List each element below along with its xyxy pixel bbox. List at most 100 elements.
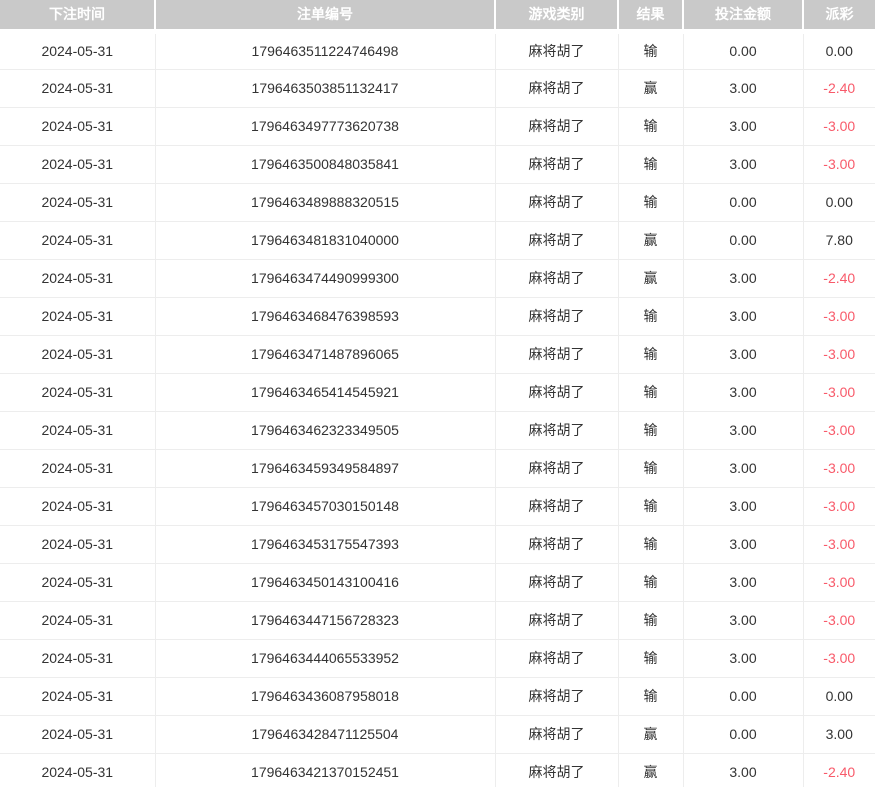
cell-payout: -3.00	[803, 563, 875, 601]
cell-result: 输	[618, 487, 683, 525]
cell-payout: -3.00	[803, 373, 875, 411]
cell-bet_time: 2024-05-31	[0, 69, 155, 107]
cell-result: 输	[618, 297, 683, 335]
cell-game_type: 麻将胡了	[495, 563, 618, 601]
cell-bet_time: 2024-05-31	[0, 183, 155, 221]
cell-bet_amount: 0.00	[683, 677, 803, 715]
cell-result: 输	[618, 639, 683, 677]
cell-bet_time: 2024-05-31	[0, 525, 155, 563]
cell-game_type: 麻将胡了	[495, 525, 618, 563]
cell-game_type: 麻将胡了	[495, 259, 618, 297]
cell-payout: -3.00	[803, 525, 875, 563]
cell-payout: -3.00	[803, 639, 875, 677]
cell-order_no: 1796463511224746498	[155, 31, 495, 69]
cell-result: 输	[618, 449, 683, 487]
cell-bet_time: 2024-05-31	[0, 677, 155, 715]
cell-game_type: 麻将胡了	[495, 601, 618, 639]
cell-game_type: 麻将胡了	[495, 677, 618, 715]
cell-bet_amount: 0.00	[683, 221, 803, 259]
cell-bet_time: 2024-05-31	[0, 31, 155, 69]
cell-bet_amount: 0.00	[683, 183, 803, 221]
cell-order_no: 1796463447156728323	[155, 601, 495, 639]
cell-game_type: 麻将胡了	[495, 221, 618, 259]
cell-game_type: 麻将胡了	[495, 373, 618, 411]
cell-bet_amount: 3.00	[683, 145, 803, 183]
table-row: 2024-05-311796463457030150148麻将胡了输3.00-3…	[0, 487, 875, 525]
table-body: 2024-05-311796463511224746498麻将胡了输0.000.…	[0, 31, 875, 787]
cell-bet_time: 2024-05-31	[0, 145, 155, 183]
cell-result: 赢	[618, 221, 683, 259]
cell-order_no: 1796463450143100416	[155, 563, 495, 601]
cell-game_type: 麻将胡了	[495, 487, 618, 525]
cell-bet_time: 2024-05-31	[0, 487, 155, 525]
cell-result: 输	[618, 107, 683, 145]
table-row: 2024-05-311796463436087958018麻将胡了输0.000.…	[0, 677, 875, 715]
column-header-payout: 派彩	[803, 0, 875, 31]
cell-order_no: 1796463428471125504	[155, 715, 495, 753]
cell-bet_amount: 3.00	[683, 563, 803, 601]
cell-order_no: 1796463421370152451	[155, 753, 495, 787]
bet-records-table: 下注时间注单编号游戏类别结果投注金额派彩 2024-05-31179646351…	[0, 0, 875, 787]
cell-bet_time: 2024-05-31	[0, 259, 155, 297]
cell-bet_amount: 3.00	[683, 487, 803, 525]
cell-payout: -2.40	[803, 69, 875, 107]
cell-bet_amount: 3.00	[683, 449, 803, 487]
cell-result: 输	[618, 601, 683, 639]
cell-order_no: 1796463474490999300	[155, 259, 495, 297]
cell-order_no: 1796463459349584897	[155, 449, 495, 487]
cell-bet_amount: 3.00	[683, 639, 803, 677]
cell-bet_amount: 3.00	[683, 335, 803, 373]
cell-order_no: 1796463489888320515	[155, 183, 495, 221]
cell-game_type: 麻将胡了	[495, 639, 618, 677]
cell-bet_amount: 3.00	[683, 373, 803, 411]
table-row: 2024-05-311796463450143100416麻将胡了输3.00-3…	[0, 563, 875, 601]
table-row: 2024-05-311796463497773620738麻将胡了输3.00-3…	[0, 107, 875, 145]
cell-order_no: 1796463500848035841	[155, 145, 495, 183]
cell-result: 输	[618, 525, 683, 563]
cell-bet_amount: 0.00	[683, 715, 803, 753]
cell-payout: -3.00	[803, 449, 875, 487]
table-row: 2024-05-311796463444065533952麻将胡了输3.00-3…	[0, 639, 875, 677]
table-row: 2024-05-311796463500848035841麻将胡了输3.00-3…	[0, 145, 875, 183]
cell-game_type: 麻将胡了	[495, 753, 618, 787]
cell-result: 输	[618, 411, 683, 449]
cell-game_type: 麻将胡了	[495, 335, 618, 373]
cell-bet_amount: 3.00	[683, 525, 803, 563]
column-header-game_type: 游戏类别	[495, 0, 618, 31]
cell-bet_time: 2024-05-31	[0, 221, 155, 259]
cell-bet_time: 2024-05-31	[0, 335, 155, 373]
table-row: 2024-05-311796463421370152451麻将胡了赢3.00-2…	[0, 753, 875, 787]
cell-bet_amount: 3.00	[683, 107, 803, 145]
table-row: 2024-05-311796463511224746498麻将胡了输0.000.…	[0, 31, 875, 69]
cell-payout: -2.40	[803, 259, 875, 297]
cell-result: 输	[618, 563, 683, 601]
cell-payout: 0.00	[803, 183, 875, 221]
table-header-row: 下注时间注单编号游戏类别结果投注金额派彩	[0, 0, 875, 31]
cell-game_type: 麻将胡了	[495, 715, 618, 753]
cell-bet_amount: 3.00	[683, 69, 803, 107]
table-row: 2024-05-311796463474490999300麻将胡了赢3.00-2…	[0, 259, 875, 297]
cell-order_no: 1796463465414545921	[155, 373, 495, 411]
cell-order_no: 1796463453175547393	[155, 525, 495, 563]
cell-game_type: 麻将胡了	[495, 31, 618, 69]
cell-payout: -3.00	[803, 335, 875, 373]
table-row: 2024-05-311796463471487896065麻将胡了输3.00-3…	[0, 335, 875, 373]
cell-bet_time: 2024-05-31	[0, 715, 155, 753]
table-row: 2024-05-311796463459349584897麻将胡了输3.00-3…	[0, 449, 875, 487]
table-row: 2024-05-311796463503851132417麻将胡了赢3.00-2…	[0, 69, 875, 107]
cell-order_no: 1796463503851132417	[155, 69, 495, 107]
cell-bet_amount: 3.00	[683, 753, 803, 787]
cell-game_type: 麻将胡了	[495, 69, 618, 107]
cell-order_no: 1796463444065533952	[155, 639, 495, 677]
cell-order_no: 1796463457030150148	[155, 487, 495, 525]
cell-game_type: 麻将胡了	[495, 107, 618, 145]
cell-result: 输	[618, 373, 683, 411]
column-header-bet_time: 下注时间	[0, 0, 155, 31]
cell-order_no: 1796463481831040000	[155, 221, 495, 259]
cell-result: 输	[618, 335, 683, 373]
cell-game_type: 麻将胡了	[495, 183, 618, 221]
cell-bet_time: 2024-05-31	[0, 297, 155, 335]
cell-order_no: 1796463497773620738	[155, 107, 495, 145]
cell-bet_amount: 0.00	[683, 31, 803, 69]
cell-payout: -3.00	[803, 487, 875, 525]
